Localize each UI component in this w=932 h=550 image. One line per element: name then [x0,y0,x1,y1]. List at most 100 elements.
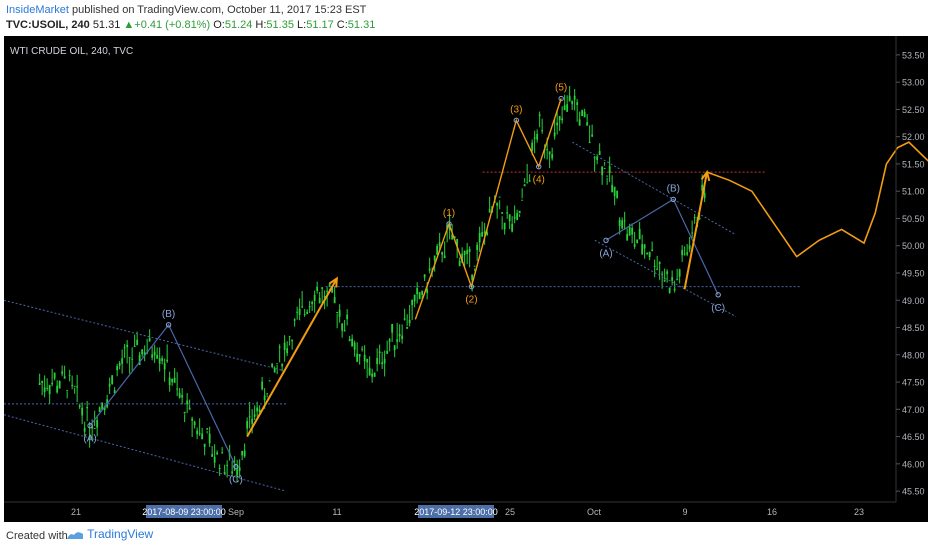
candle-body [291,339,294,342]
publish-header: InsideMarket published on TradingView.co… [0,0,932,36]
author-link[interactable]: InsideMarket [6,4,69,16]
candle-body [458,260,461,267]
candle-body [98,407,101,412]
price-tick-label: 48.00 [902,350,925,360]
price-tick-label: 50.50 [902,214,925,224]
candle-body [76,386,79,388]
candle-body [588,141,591,144]
last-price: 51.31 [92,19,121,31]
candle-body [148,338,151,342]
candle-body [341,323,344,331]
price-tick-label: 45.50 [902,487,925,497]
candle-body [311,301,314,304]
candle-body [38,382,41,386]
candle-body [666,271,669,275]
candle-body [211,454,214,457]
candle-body [473,265,476,267]
candle-body [131,358,134,360]
candle-body [213,456,216,463]
candle-body [316,286,319,291]
candle-body [251,418,254,424]
wave-label: (B) [667,183,680,194]
candle-body [393,345,396,351]
candle-body [621,220,624,229]
candle-body [141,349,144,355]
candle-body [116,366,119,371]
candle-body [193,421,196,426]
candle-body [196,430,199,435]
candle-body [158,358,161,364]
candle-body [443,255,446,259]
time-highlight-label: 2017-09-12 23:00:00 [414,507,498,517]
low-label: L: [297,19,307,31]
candle-body [243,450,246,457]
candle-body [498,196,501,198]
candle-body [183,411,186,414]
candle-body [656,268,659,270]
candle-body [41,380,44,383]
price-tick-label: 46.50 [902,432,925,442]
candle-body [681,249,684,256]
candle-body [618,219,621,227]
candle-body [43,387,46,392]
candle-body [641,244,644,255]
candle-body [691,232,694,234]
candle-body [506,212,509,214]
candle-body [476,244,479,251]
candle-body [513,216,516,219]
price-tick-label: 51.00 [902,187,925,197]
candle-body [181,395,184,398]
wave-label: (C) [711,303,725,314]
candle-body [248,416,251,418]
tradingview-link[interactable]: TradingView [66,527,153,541]
candle-body [613,186,616,196]
candle-body [221,452,224,454]
candle-body [606,175,609,177]
chart-background [4,36,928,522]
chart-svg[interactable]: WTI CRUDE OIL, 240, TVC (A) (B) (C) (1) (2) (… [3,36,932,522]
candle-body [643,244,646,249]
candle-body [438,242,441,246]
candle-body [336,311,339,313]
candle-body [511,223,514,232]
candle-body [436,245,439,255]
candle-body [371,373,374,377]
candle-body [628,226,631,236]
candle-body [558,115,561,121]
symbol-label: TVC:USOIL, 240 [6,19,90,31]
candle-body [611,184,614,193]
candle-body [308,306,311,308]
candle-body [536,133,539,140]
candle-body [368,367,371,376]
change-arrow-icon: ▲ [123,19,135,31]
high-label: H: [255,19,267,31]
wave-label: (B) [162,309,175,320]
tradingview-logo-icon [67,532,83,539]
candle-body [608,165,611,174]
candle-body [303,314,306,316]
candle-body [488,209,491,213]
candle-body [171,378,174,383]
price-tick-label: 53.50 [902,50,925,60]
candle-body [518,210,521,214]
candle-body [293,319,296,321]
candle-body [96,419,99,428]
published-info: published on TradingView.com, October 11… [72,4,367,16]
candle-body [601,166,604,176]
candle-body [123,347,126,349]
candle-body [58,381,61,389]
candle-body [276,363,279,365]
candle-body [526,182,529,184]
candle-body [551,154,554,159]
open-label: O: [213,19,225,31]
candle-body [378,351,381,354]
candle-body [61,371,64,374]
candle-body [581,110,584,117]
candle-body [56,385,59,393]
candle-body [223,471,226,475]
chart-area[interactable]: WTI CRUDE OIL, 240, TVC (A) (B) (C) (1) (2) (… [3,36,932,522]
candle-body [406,326,409,329]
chart-title: WTI CRUDE OIL, 240, TVC [10,46,133,57]
candle-body [126,344,129,347]
candle-body [433,255,436,261]
